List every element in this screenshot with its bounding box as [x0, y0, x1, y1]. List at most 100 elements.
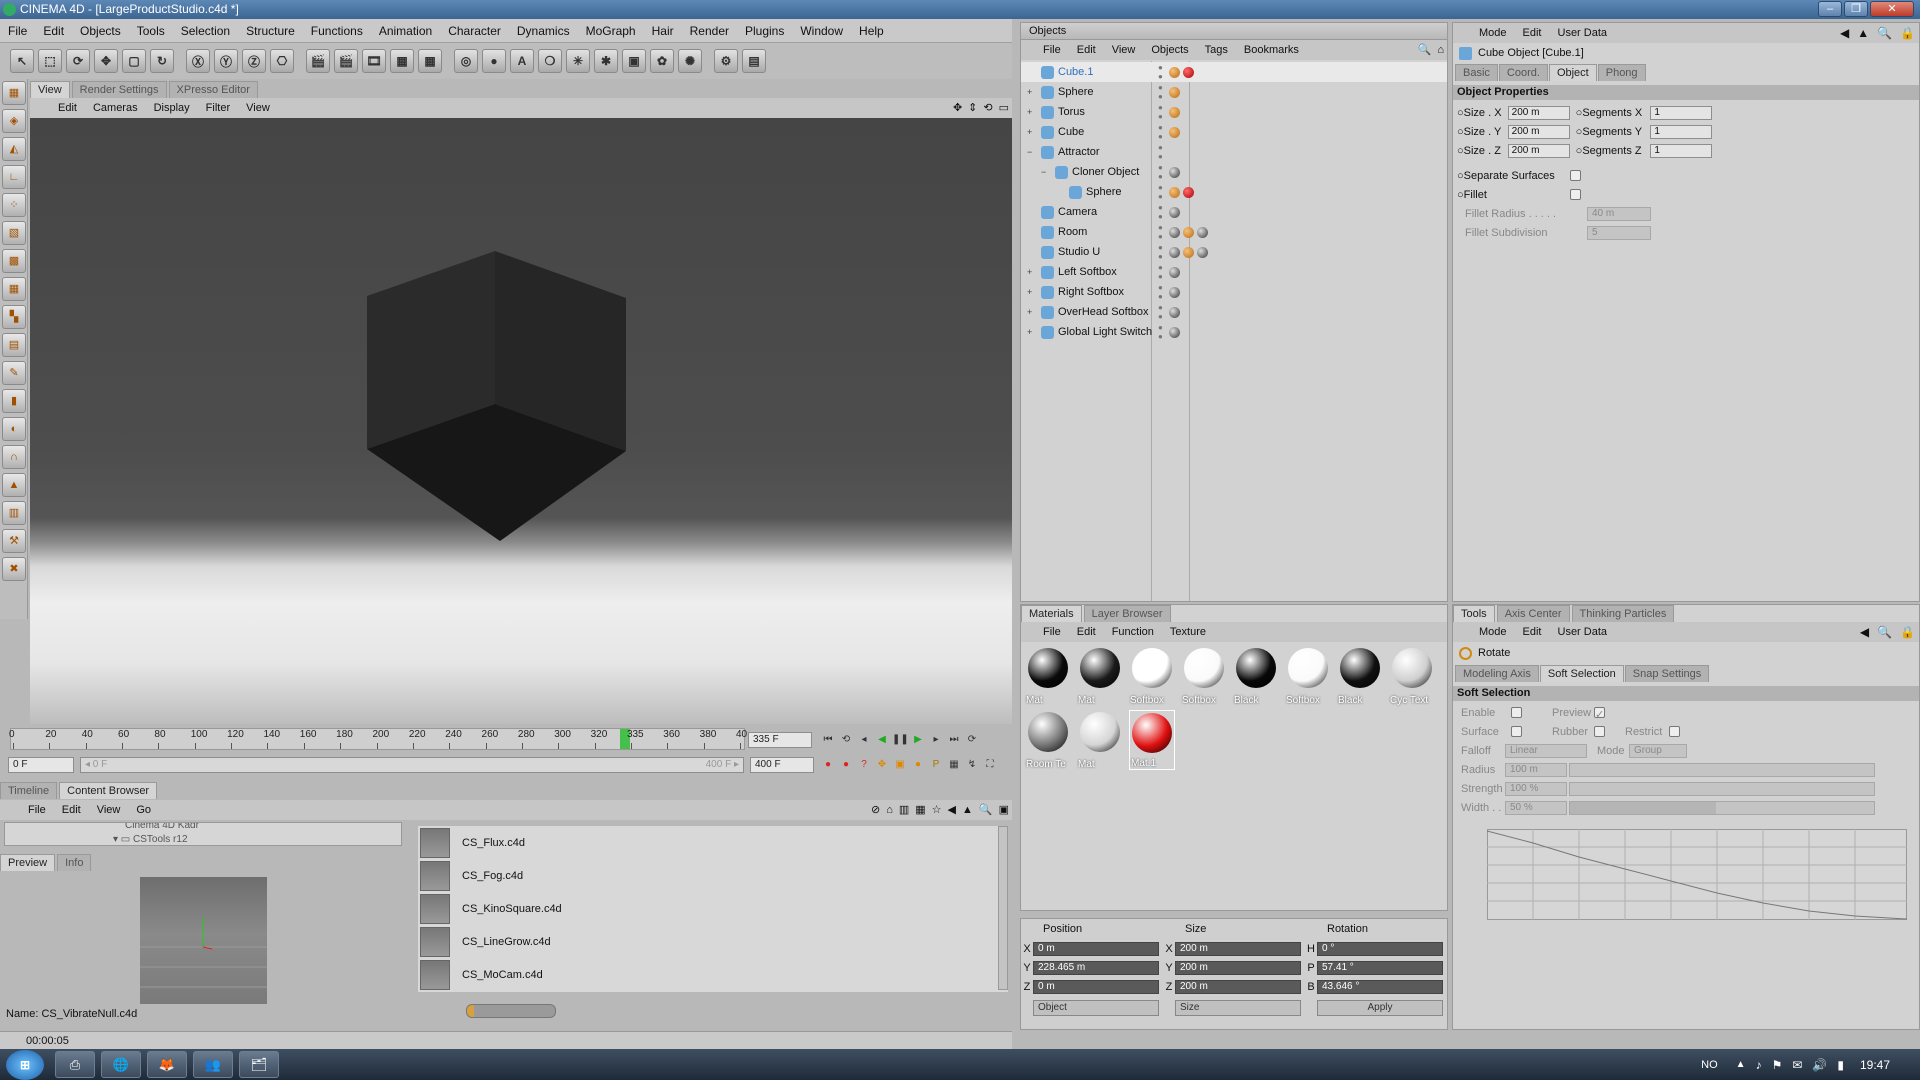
- cb-menu-edit[interactable]: Edit: [54, 800, 89, 820]
- mat-menu-edit[interactable]: Edit: [1069, 620, 1104, 644]
- taskbar-browser-icon[interactable]: 🌐: [101, 1051, 141, 1078]
- object-row[interactable]: Camera ● ●: [1021, 202, 1447, 222]
- menu-edit[interactable]: Edit: [35, 19, 72, 43]
- menu-selection[interactable]: Selection: [173, 19, 238, 43]
- object-row[interactable]: Studio U ● ●: [1021, 242, 1447, 262]
- coordinate-system-icon[interactable]: ⎔: [270, 49, 294, 73]
- tools-lock-icon[interactable]: 🔒: [1896, 620, 1919, 644]
- mat-menu-function[interactable]: Function: [1104, 620, 1162, 644]
- object-row[interactable]: + Sphere ● ●: [1021, 82, 1447, 102]
- clock[interactable]: 19:47: [1860, 1058, 1890, 1072]
- points-mode-icon[interactable]: ⁘: [2, 193, 26, 217]
- render-view-icon[interactable]: 🎬: [306, 49, 330, 73]
- tree-item-cinema[interactable]: Cinema 4D Kadr: [5, 823, 401, 834]
- position-y-field[interactable]: 228.465 m: [1033, 960, 1159, 975]
- obj-home-icon[interactable]: ⌂: [1434, 40, 1447, 60]
- apply-button[interactable]: Apply: [1317, 1000, 1443, 1016]
- cb-library-icon[interactable]: ▥: [896, 800, 912, 820]
- next-key-icon[interactable]: ▸: [928, 732, 944, 748]
- visibility-dots-icon[interactable]: ● ●: [1158, 63, 1163, 81]
- uv-icon[interactable]: ▤: [2, 333, 26, 357]
- minimize-button[interactable]: –: [1818, 1, 1842, 17]
- scheme-icon[interactable]: ⛶: [982, 757, 998, 773]
- visibility-dots-icon[interactable]: ● ●: [1158, 123, 1163, 141]
- viewport-menu-cameras[interactable]: Cameras: [85, 98, 146, 118]
- taskbar-messenger-icon[interactable]: 👥: [193, 1051, 233, 1078]
- text-spline-icon[interactable]: A: [510, 49, 534, 73]
- expand-toggle-icon[interactable]: +: [1027, 267, 1037, 277]
- checker-icon[interactable]: ▚: [2, 305, 26, 329]
- start-frame-field[interactable]: 0 F: [8, 757, 74, 773]
- rotation-h-field[interactable]: 0 °: [1317, 941, 1443, 956]
- z-axis-icon[interactable]: Ⓩ: [242, 49, 266, 73]
- attr-lock-icon[interactable]: 🔒: [1896, 21, 1919, 45]
- tools-search-icon[interactable]: 🔍: [1873, 620, 1896, 644]
- edges-mode-icon[interactable]: ▧: [2, 221, 26, 245]
- render-region-icon[interactable]: ▦: [390, 49, 414, 73]
- tab-object[interactable]: Object: [1548, 63, 1597, 81]
- brush-icon[interactable]: ◐: [2, 417, 26, 441]
- object-row[interactable]: − Attractor ● ●: [1021, 142, 1447, 162]
- render-picture-viewer-icon[interactable]: 🎬: [334, 49, 358, 73]
- timeline-ruler[interactable]: 0 20 40 60 80 100 120 140 160 180 200 220 240 260 280 3…: [9, 728, 747, 750]
- sidebar-object-icon[interactable]: ▥: [2, 501, 26, 525]
- material-swatch[interactable]: Black: [1233, 646, 1279, 706]
- play-backward-icon[interactable]: ◀: [874, 732, 890, 748]
- menu-objects[interactable]: Objects: [72, 19, 129, 43]
- file-list[interactable]: CS_Flux.c4d CS_Fog.c4d CS_KinoSquare.c4d…: [418, 826, 1008, 992]
- file-item[interactable]: CS_Flux.c4d: [418, 826, 1008, 859]
- visibility-dots-icon[interactable]: ● ●: [1158, 223, 1163, 241]
- object-row[interactable]: − Cloner Object ● ●: [1021, 162, 1447, 182]
- viewport-rotate-icon[interactable]: ⟲: [980, 98, 995, 118]
- menu-mograph[interactable]: MoGraph: [578, 19, 644, 43]
- expand-toggle-icon[interactable]: −: [1027, 147, 1037, 157]
- light-icon[interactable]: ✿: [650, 49, 674, 73]
- menu-help[interactable]: Help: [851, 19, 892, 43]
- x-axis-icon[interactable]: Ⓧ: [186, 49, 210, 73]
- object-tag-icon[interactable]: [1169, 126, 1180, 138]
- object-tag-icon[interactable]: [1197, 226, 1208, 238]
- tool-script-icon[interactable]: ⚙: [714, 49, 738, 73]
- object-tag-icon[interactable]: [1183, 186, 1194, 198]
- viewport-menu-display[interactable]: Display: [146, 98, 198, 118]
- move-icon[interactable]: ✥: [94, 49, 118, 73]
- object-tag-icon[interactable]: [1169, 286, 1180, 298]
- viewport-menu-edit[interactable]: Edit: [50, 98, 85, 118]
- material-swatch[interactable]: Mat: [1025, 646, 1071, 706]
- y-axis-icon[interactable]: Ⓨ: [214, 49, 238, 73]
- language-indicator[interactable]: NO: [1701, 1059, 1718, 1071]
- prev-key-icon[interactable]: ◂: [856, 732, 872, 748]
- network-icon[interactable]: ▮: [1837, 1058, 1844, 1072]
- play-forward-icon[interactable]: ▶: [910, 732, 926, 748]
- key-position-icon[interactable]: ✥: [874, 757, 890, 773]
- coord-mode-dropdown[interactable]: Object: [1033, 1000, 1159, 1016]
- tab-timeline[interactable]: Timeline: [0, 782, 58, 799]
- key-rotation-icon[interactable]: ●: [910, 757, 926, 773]
- live-selection-icon[interactable]: ↖: [10, 49, 34, 73]
- obj-menu-tags[interactable]: Tags: [1197, 40, 1236, 60]
- file-item[interactable]: CS_KinoSquare.c4d: [418, 892, 1008, 925]
- object-tag-icon[interactable]: [1169, 326, 1180, 338]
- primitive-cube-icon[interactable]: ◎: [454, 49, 478, 73]
- object-tag-icon[interactable]: [1169, 246, 1180, 258]
- end-frame-field[interactable]: 400 F: [750, 757, 814, 773]
- size-z-field[interactable]: 200 m: [1507, 143, 1570, 158]
- sidebar-tool-icon[interactable]: ⚒: [2, 529, 26, 553]
- layout-icon[interactable]: ▤: [742, 49, 766, 73]
- autokey-icon[interactable]: ●: [838, 757, 854, 773]
- menu-window[interactable]: Window: [792, 19, 851, 43]
- key-pla-icon[interactable]: ▦: [946, 757, 962, 773]
- object-row[interactable]: + Cube ● ●: [1021, 122, 1447, 142]
- position-x-field[interactable]: 0 m: [1033, 941, 1159, 956]
- menu-file[interactable]: File: [0, 19, 35, 43]
- obj-menu-view[interactable]: View: [1104, 40, 1144, 60]
- cb-up-icon[interactable]: ▲: [959, 800, 976, 820]
- rotation-b-field[interactable]: 43.646 °: [1317, 979, 1443, 994]
- preview-checkbox[interactable]: ✓: [1594, 707, 1605, 721]
- model-mode-icon[interactable]: ▦: [2, 81, 26, 105]
- tray-expand-icon[interactable]: ▲: [1736, 1059, 1746, 1070]
- visibility-dots-icon[interactable]: ● ●: [1158, 103, 1163, 121]
- object-tag-icon[interactable]: [1169, 86, 1180, 98]
- rotation-p-field[interactable]: 57.41 °: [1317, 960, 1443, 975]
- visibility-dots-icon[interactable]: ● ●: [1158, 283, 1163, 301]
